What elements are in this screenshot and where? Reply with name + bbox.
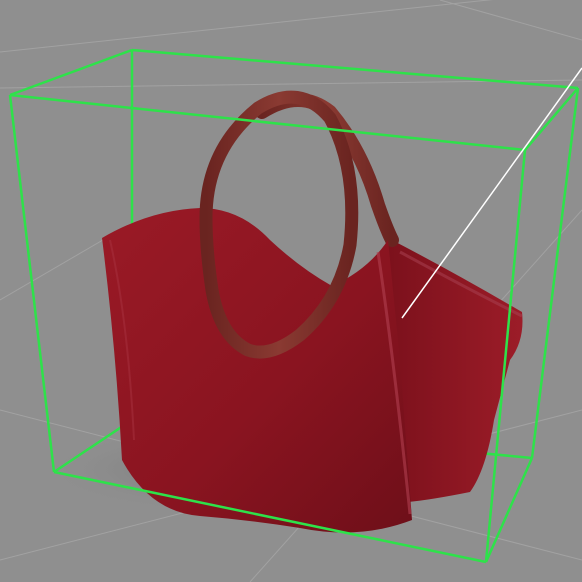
3d-viewport[interactable] (0, 0, 582, 582)
bag-side-panel (388, 238, 523, 502)
viewport-canvas[interactable] (0, 0, 582, 582)
handbag-model[interactable] (102, 90, 523, 533)
bag-front-panel (102, 208, 412, 533)
